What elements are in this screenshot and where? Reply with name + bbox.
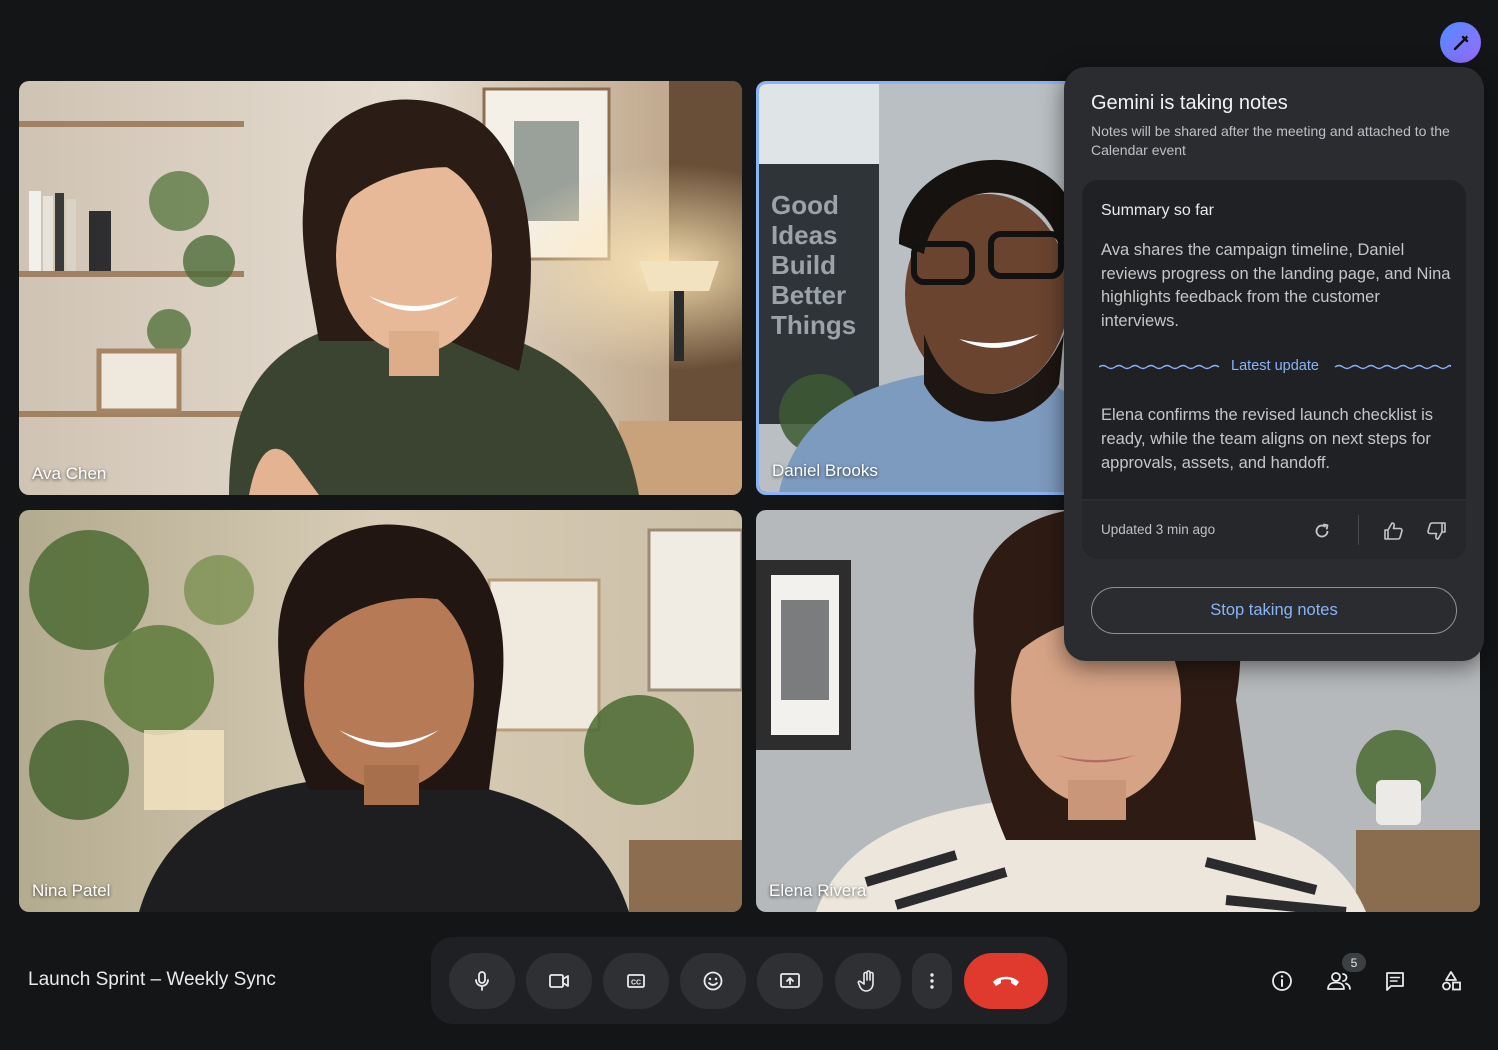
- summary-heading: Summary so far: [1101, 202, 1214, 219]
- chat-icon: [1386, 972, 1404, 991]
- participant-name-ava: Ava Chen: [32, 464, 107, 483]
- present-screen-icon: [780, 973, 800, 988]
- activities-button[interactable]: [1436, 966, 1466, 996]
- participant-name-daniel: Daniel Brooks: [772, 461, 878, 480]
- stop-taking-notes-button[interactable]: Stop taking notes: [1091, 587, 1457, 634]
- camera-button[interactable]: [526, 953, 592, 1009]
- emoji-reactions-button[interactable]: [680, 953, 746, 1009]
- updated-timestamp: Updated 3 min ago: [1101, 522, 1216, 537]
- video-feed-daniel: Good Ideas Build Better Things: [759, 84, 1083, 492]
- camera-icon: [549, 974, 569, 988]
- chat-button[interactable]: [1380, 966, 1410, 996]
- microphone-button[interactable]: [449, 953, 515, 1009]
- more-options-button[interactable]: [912, 953, 952, 1009]
- meeting-details-button[interactable]: [1267, 966, 1297, 996]
- thumbs-down-icon: [1427, 522, 1446, 540]
- gemini-notes-button[interactable]: [1440, 22, 1481, 63]
- video-tile-daniel[interactable]: Good Ideas Build Better Things Daniel Brooks: [756, 81, 1086, 495]
- end-call-button[interactable]: [964, 953, 1048, 1009]
- latest-update-label: Latest update: [1231, 358, 1319, 374]
- thumbs-up-icon: [1384, 522, 1403, 540]
- activities-icon: [1442, 971, 1461, 991]
- captions-icon: CC: [627, 974, 645, 988]
- emoji-icon: [703, 971, 723, 991]
- thumbs-up-button[interactable]: [1380, 517, 1408, 545]
- video-tile-ava[interactable]: Ava Chen: [19, 81, 742, 495]
- refresh-icon: [1315, 523, 1329, 538]
- video-feed-ava: [19, 81, 742, 495]
- svg-text:CC: CC: [631, 980, 641, 987]
- people-icon: [1327, 972, 1351, 990]
- microphone-icon: [475, 971, 489, 991]
- latest-update-divider: Latest update: [1099, 356, 1451, 378]
- captions-button[interactable]: CC: [603, 953, 669, 1009]
- meet-stage: Ava Chen Good Ideas Build Better Things Dani…: [0, 0, 1498, 1050]
- panel-subtitle: Notes will be shared after the meeting a…: [1091, 123, 1450, 158]
- magic-pen-icon: [1453, 34, 1469, 50]
- video-tile-nina[interactable]: Nina Patel: [19, 510, 742, 912]
- participant-name-nina: Nina Patel: [32, 881, 111, 900]
- present-screen-button[interactable]: [757, 953, 823, 1009]
- meeting-title: Launch Sprint – Weekly Sync: [28, 969, 276, 990]
- refresh-button[interactable]: [1308, 517, 1336, 545]
- latest-update-text: Elena confirms the revised launch checkl…: [1101, 406, 1433, 472]
- end-call-icon: [993, 976, 1019, 986]
- info-icon: [1272, 971, 1292, 991]
- summary-card: Summary so far Ava shares the campaign t…: [1082, 180, 1466, 559]
- summary-text: Ava shares the campaign timeline, Daniel…: [1101, 241, 1451, 330]
- call-controls-bar: CC: [431, 937, 1067, 1024]
- more-options-icon: [930, 973, 934, 989]
- gemini-notes-panel: Gemini is taking notes Notes will be sha…: [1064, 67, 1484, 661]
- raise-hand-button[interactable]: [835, 953, 901, 1009]
- summary-footer: Updated 3 min ago: [1082, 499, 1466, 559]
- thumbs-down-button[interactable]: [1422, 517, 1450, 545]
- video-feed-nina: [19, 510, 742, 912]
- people-count-badge: 5: [1342, 953, 1366, 972]
- raise-hand-icon: [857, 970, 874, 992]
- participant-name-elena: Elena Rivera: [769, 881, 867, 900]
- footer-separator: [1358, 515, 1359, 545]
- panel-title: Gemini is taking notes: [1091, 92, 1288, 114]
